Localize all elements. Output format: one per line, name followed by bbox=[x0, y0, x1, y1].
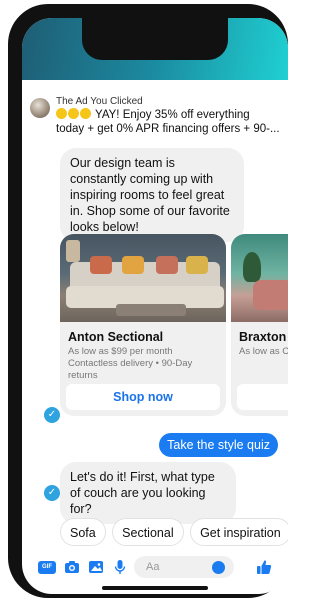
product-card[interactable]: Anton Sectional As low as $99 per month … bbox=[60, 234, 226, 416]
product-image[interactable] bbox=[231, 234, 288, 322]
check-icon: ✓ bbox=[44, 407, 60, 423]
party-emoji-icon bbox=[56, 108, 67, 119]
ad-text-line-2: today + get 0% APR financing offers + 90… bbox=[56, 123, 280, 135]
ad-avatar bbox=[30, 98, 50, 118]
product-title: Braxton bbox=[239, 330, 287, 344]
product-subtitle: As low as $99 per month Contactless deli… bbox=[68, 346, 193, 381]
shop-now-button[interactable]: Shop now bbox=[66, 384, 220, 410]
plant-shape bbox=[243, 252, 261, 282]
emoji-icon[interactable] bbox=[212, 561, 225, 574]
product-title: Anton Sectional bbox=[68, 330, 164, 344]
product-card[interactable]: Braxton As low as Contactless S bbox=[231, 234, 288, 416]
pillow-shape bbox=[90, 256, 112, 274]
shop-now-button[interactable]: S bbox=[237, 384, 288, 410]
ad-banner[interactable]: The Ad You Clicked YAY! Enjoy 35% off ev… bbox=[22, 80, 288, 136]
party-emoji-icon bbox=[68, 108, 79, 119]
product-image[interactable] bbox=[60, 234, 226, 322]
quick-replies: Sofa Sectional Get inspiration bbox=[60, 518, 288, 548]
home-indicator bbox=[102, 586, 208, 590]
phone-notch bbox=[82, 18, 228, 60]
pillow-shape bbox=[186, 256, 208, 274]
user-reply-message: Take the style quiz bbox=[159, 433, 278, 457]
pillow-shape bbox=[156, 256, 178, 274]
ad-text-line-1: YAY! Enjoy 35% off everything bbox=[56, 108, 280, 122]
pillow-shape bbox=[122, 256, 144, 274]
chair-shape bbox=[253, 280, 288, 310]
check-icon: ✓ bbox=[44, 485, 60, 501]
gif-icon[interactable]: GIF bbox=[38, 561, 56, 574]
quick-reply-sofa[interactable]: Sofa bbox=[60, 518, 106, 546]
camera-icon[interactable] bbox=[64, 559, 80, 575]
quick-reply-sectional[interactable]: Sectional bbox=[112, 518, 184, 546]
coffee-table-shape bbox=[116, 304, 186, 316]
message-composer: GIF Aa bbox=[22, 554, 288, 582]
intro-message: Our design team is constantly coming up … bbox=[60, 148, 244, 242]
ad-title: The Ad You Clicked bbox=[56, 96, 143, 107]
phone-frame: The Ad You Clicked YAY! Enjoy 35% off ev… bbox=[8, 4, 288, 598]
ad-text: YAY! Enjoy 35% off everything today + ge… bbox=[56, 108, 280, 136]
product-subtitle: As low as Contactless bbox=[239, 346, 288, 357]
lamp-shape bbox=[66, 240, 80, 262]
product-carousel[interactable]: Anton Sectional As low as $99 per month … bbox=[60, 234, 288, 420]
photo-icon[interactable] bbox=[88, 559, 104, 575]
microphone-icon[interactable] bbox=[112, 559, 128, 575]
chat-screen: The Ad You Clicked YAY! Enjoy 35% off ev… bbox=[22, 18, 288, 594]
thumbs-up-icon[interactable] bbox=[256, 559, 272, 575]
party-emoji-icon bbox=[80, 108, 91, 119]
question-message: Let's do it! First, what type of couch a… bbox=[60, 462, 236, 524]
quick-reply-get-inspiration[interactable]: Get inspiration bbox=[190, 518, 288, 546]
